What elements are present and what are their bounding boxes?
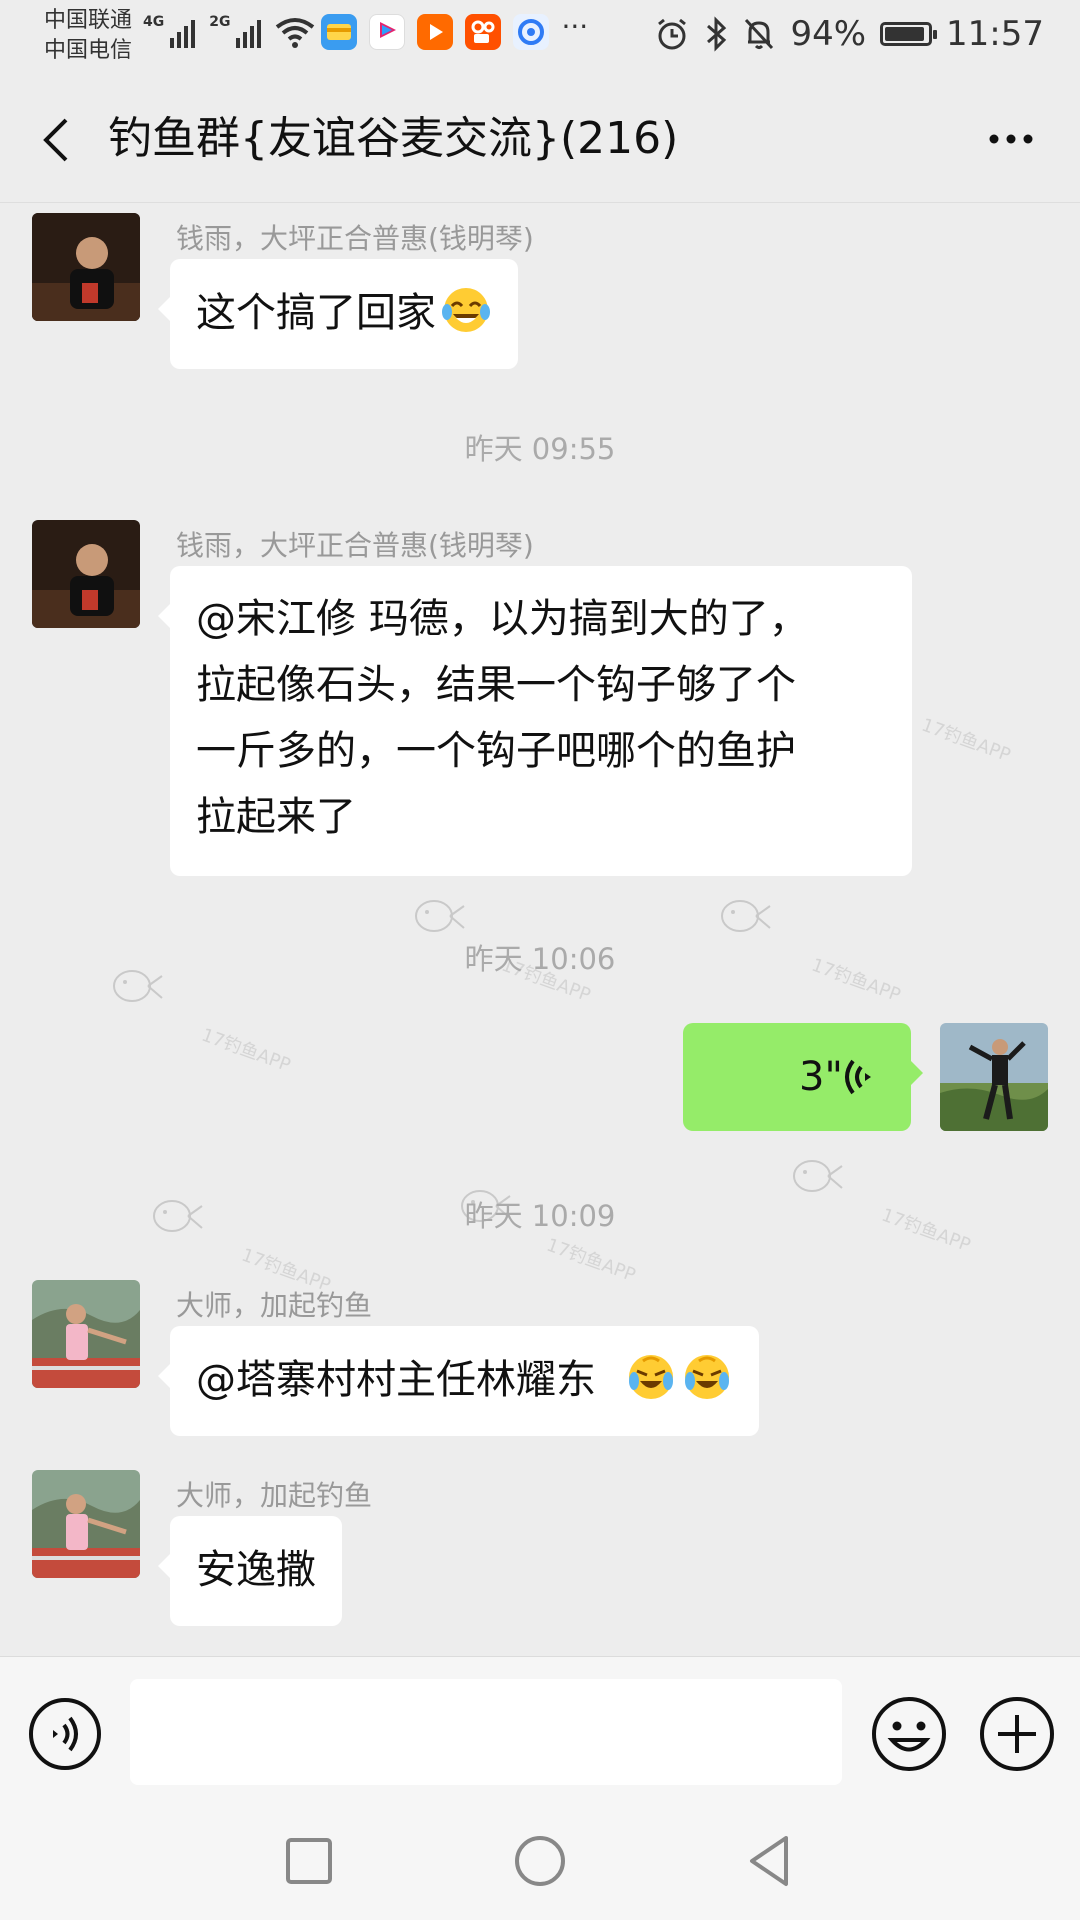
triangle-back-icon [750, 1836, 788, 1886]
avatar[interactable] [32, 213, 140, 321]
message-text: 这个搞了回家 [196, 290, 436, 336]
message-text-line: @宋江修 玛德，以为搞到大的了， [196, 596, 809, 642]
message-list[interactable]: 17钓鱼APP 17钓鱼APP 17钓鱼APP 17钓鱼APP 17钓鱼APP … [0, 203, 1080, 1655]
youku-app-icon [369, 14, 406, 50]
message-bubble[interactable]: @塔寨村村主任林耀东 [157, 1326, 760, 1436]
battery-level [885, 27, 925, 41]
status-right-icons: 94% 11:57 [654, 14, 1044, 54]
network-type-2: 2G [209, 14, 231, 30]
watermark-fish-icon [721, 900, 771, 932]
more-options-button[interactable] [976, 114, 1046, 164]
avatar[interactable] [32, 1280, 140, 1388]
page-title: 钓鱼群{友谊谷麦交流}(216) [108, 113, 679, 164]
square-icon [286, 1838, 332, 1884]
watermark-text: 17钓鱼APP [918, 714, 1014, 767]
message-bubble[interactable]: 这个搞了回家 [158, 259, 518, 369]
tears-of-joy-emoji-icon [442, 288, 490, 332]
circle-icon [515, 1836, 565, 1886]
chat-header: 钓鱼群{友谊谷麦交流}(216) [0, 74, 1080, 203]
message-bubble[interactable]: 安逸撒 [158, 1516, 342, 1626]
my-avatar[interactable] [940, 1023, 1048, 1131]
clock: 11:57 [946, 14, 1044, 54]
voice-icon [29, 1698, 101, 1770]
sender-name: 钱雨，大坪正合普惠(钱明琴) [176, 222, 534, 255]
wifi-icon [276, 18, 315, 48]
status-bar: 中国联通 中国电信 4G 2G ··· 94% 11:57 [0, 0, 1080, 74]
timestamp: 昨天 09:55 [464, 432, 616, 466]
back-nav-button[interactable] [740, 1830, 802, 1892]
status-left-icons: 4G 2G ··· [143, 10, 588, 50]
more-actions-button[interactable] [978, 1695, 1056, 1773]
watermark-text: 17钓鱼APP [198, 1024, 294, 1077]
more-dots-icon [989, 134, 1033, 144]
sender-name: 大师，加起钓鱼 [176, 1289, 373, 1322]
emoji-button[interactable] [870, 1695, 948, 1773]
watermark-fish-icon [415, 900, 465, 932]
message-text-line: 一斤多的，一个钩子吧哪个的鱼护 [196, 728, 796, 774]
plus-icon [980, 1697, 1054, 1771]
carrier-1: 中国联通 [44, 8, 133, 33]
avatar[interactable] [32, 520, 140, 628]
chat-screen: 中国联通 中国电信 4G 2G ··· 94% 11:57 钓鱼群{友谊谷麦交流… [0, 0, 1080, 1920]
message-text: 安逸撒 [196, 1547, 316, 1593]
mute-bell-icon [745, 18, 774, 50]
voice-message-bubble[interactable]: 3" [683, 1023, 923, 1131]
network-type-1: 4G [143, 14, 165, 30]
watermark-text: 17钓鱼APP [543, 1234, 639, 1287]
browser-app-icon [513, 14, 550, 50]
voice-wave-icon [845, 1059, 871, 1095]
more-notifications-icon: ··· [561, 9, 589, 43]
back-button[interactable] [30, 104, 90, 174]
signal-icon [236, 16, 262, 48]
alarm-icon [658, 18, 687, 50]
message-input[interactable] [130, 1679, 842, 1785]
signal-icon [170, 16, 196, 48]
sender-name: 钱雨，大坪正合普惠(钱明琴) [176, 529, 534, 562]
message-text-line: 拉起像石头，结果一个钩子够了个 [196, 662, 796, 708]
sender-name: 大师，加起钓鱼 [176, 1479, 373, 1512]
battery-percent: 94% [790, 14, 867, 54]
loudly-crying-laughing-emoji-icon [685, 1355, 730, 1399]
recent-apps-button[interactable] [278, 1830, 340, 1892]
bluetooth-icon [707, 16, 727, 52]
avatar[interactable] [32, 1470, 140, 1578]
voice-duration: 3" [799, 1054, 843, 1100]
chevron-left-icon [43, 118, 68, 162]
message-bubble[interactable]: @宋江修 玛德，以为搞到大的了， 拉起像石头，结果一个钩子够了个 一斤多的，一个… [158, 566, 912, 876]
message-text-line: 拉起来了 [196, 794, 356, 840]
message-text: @塔寨村村主任林耀东 [196, 1357, 622, 1403]
timestamp: 昨天 10:06 [464, 942, 616, 976]
kuaishou-app-icon [465, 14, 502, 50]
video-app-icon [417, 14, 454, 50]
timestamp: 昨天 10:09 [464, 1199, 616, 1233]
system-nav-bar [0, 1798, 1080, 1920]
smiley-icon [872, 1697, 946, 1771]
voice-input-button[interactable] [28, 1697, 102, 1771]
loudly-crying-laughing-emoji-icon [629, 1355, 674, 1399]
carrier-info: 中国联通 中国电信 [44, 6, 132, 66]
carrier-2: 中国电信 [44, 38, 133, 63]
battery-icon [880, 22, 938, 46]
input-bar [0, 1656, 1080, 1799]
home-button[interactable] [509, 1830, 571, 1892]
wallet-app-icon [321, 14, 358, 50]
